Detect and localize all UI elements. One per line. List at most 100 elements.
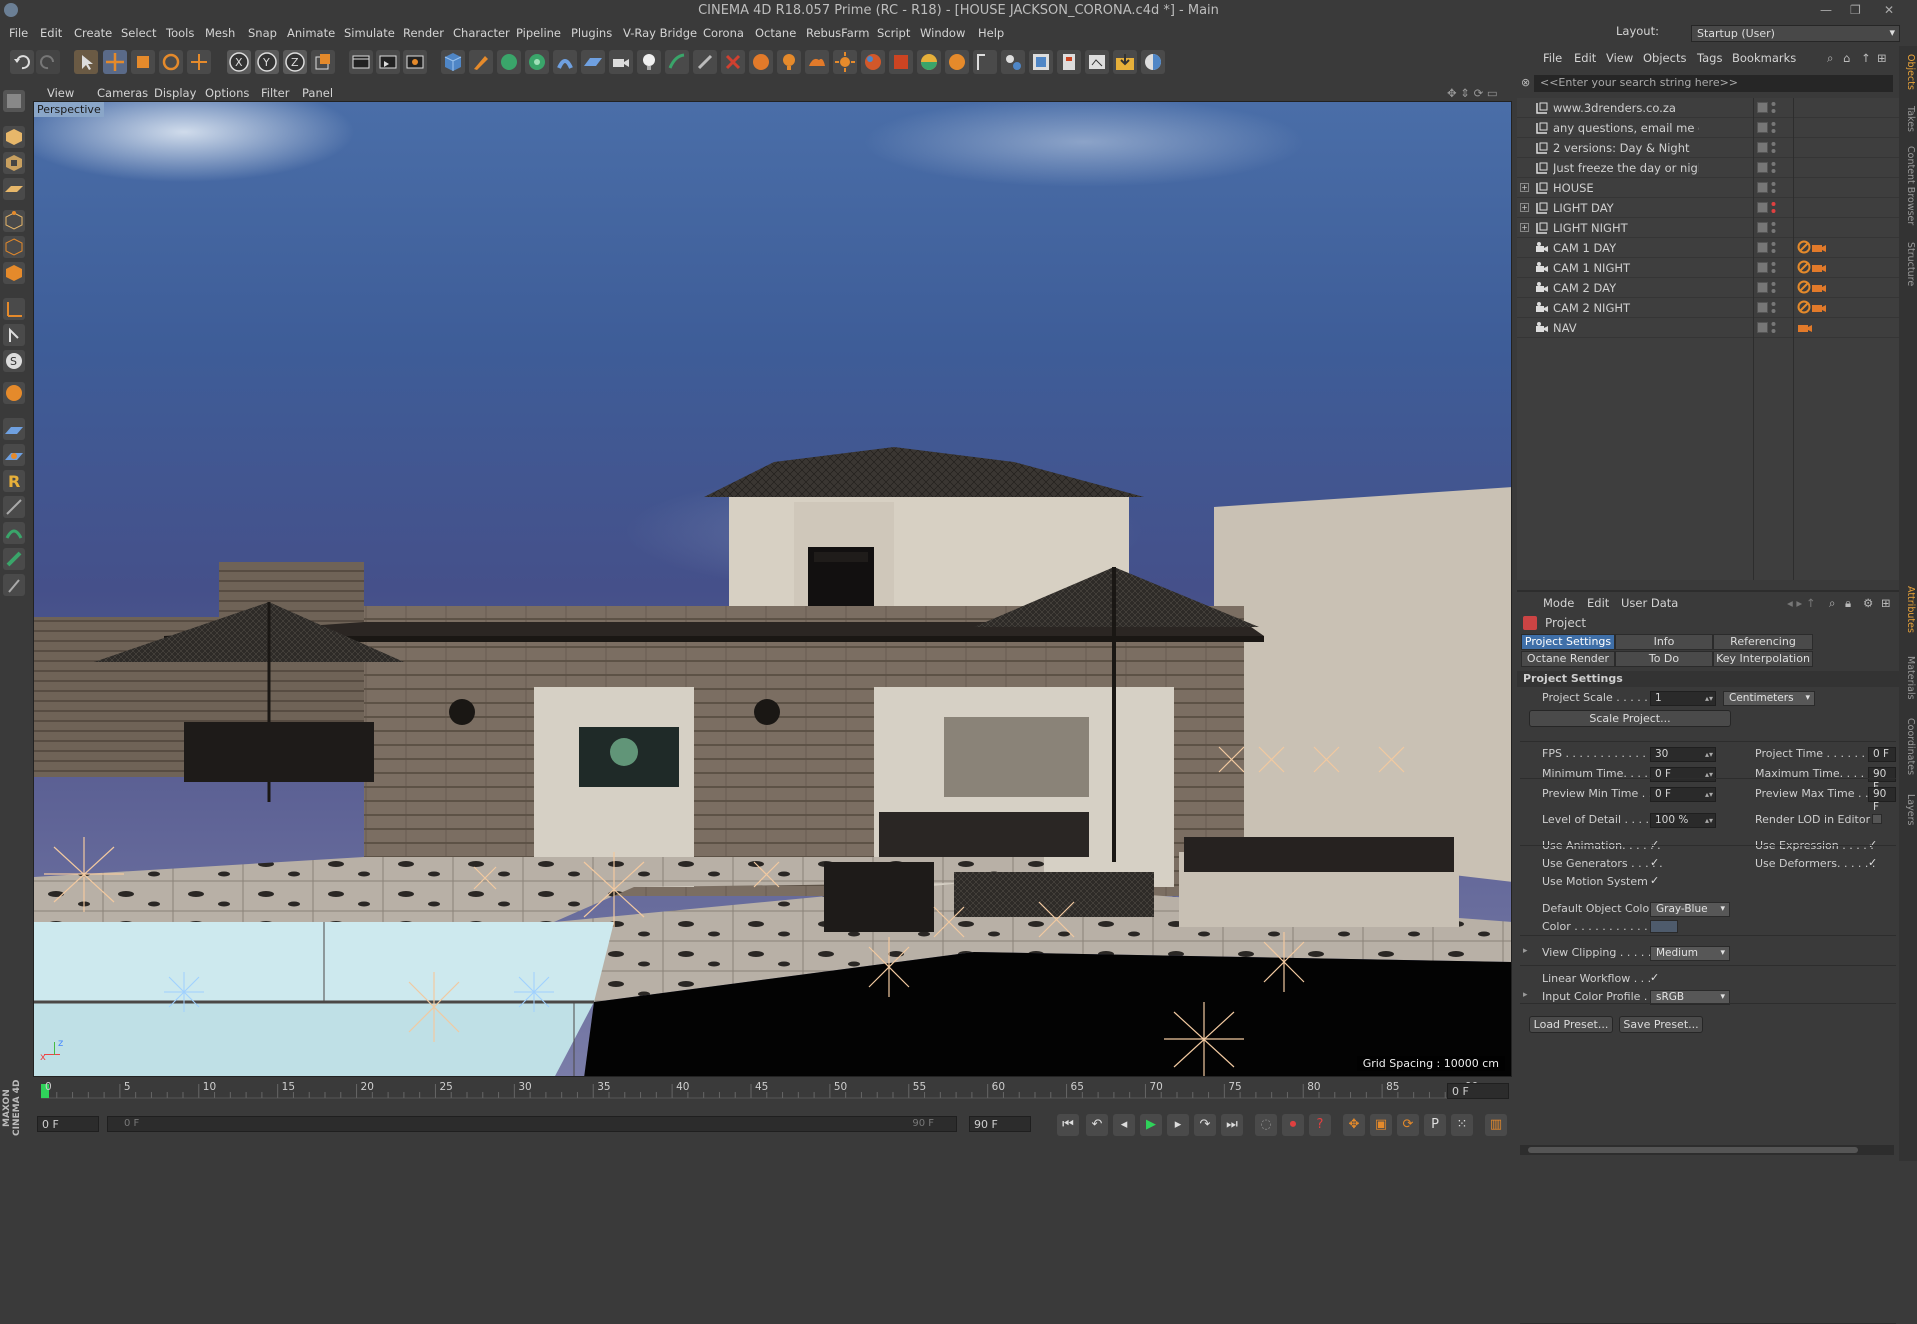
expand-arrow-icon[interactable]: ▸	[1523, 946, 1528, 956]
corona-proxy-icon[interactable]	[889, 50, 913, 74]
object-row[interactable]: CAM 1 NIGHT	[1517, 258, 1899, 278]
menu-rebusfarm[interactable]: RebusFarm	[806, 26, 869, 40]
viewport-menu-cameras[interactable]: Cameras	[97, 86, 148, 100]
key-position-icon[interactable]: ✥	[1343, 1114, 1365, 1136]
objects-menu-bookmarks[interactable]: Bookmarks	[1732, 51, 1796, 65]
object-tags[interactable]	[1797, 320, 1813, 337]
edges-mode-icon[interactable]	[3, 236, 25, 258]
objects-menu-view[interactable]: View	[1606, 51, 1633, 65]
object-tags[interactable]	[1797, 240, 1827, 257]
menu-help[interactable]: Help	[978, 26, 1004, 40]
record-disabled-icon[interactable]: ◌	[1255, 1114, 1277, 1136]
tab-to-do[interactable]: To Do	[1615, 651, 1713, 667]
object-name[interactable]: CAM 1 DAY	[1553, 241, 1699, 255]
brush-tool-icon[interactable]	[3, 574, 25, 596]
camera-icon[interactable]	[609, 50, 633, 74]
enable-checkbox[interactable]	[1757, 302, 1768, 313]
objects-menu-file[interactable]: File	[1543, 51, 1562, 65]
viewport-menu-options[interactable]: Options	[205, 86, 249, 100]
view-clipping-select[interactable]: Medium ▾	[1650, 946, 1730, 961]
record-active-icon[interactable]: ⏺	[1282, 1114, 1304, 1136]
attributes-scrollbar[interactable]	[1520, 1145, 1894, 1155]
object-row[interactable]: CAM 1 DAY	[1517, 238, 1899, 258]
model-mode-icon[interactable]	[3, 126, 25, 148]
menu-pipeline[interactable]: Pipeline	[516, 26, 561, 40]
key-scale-icon[interactable]: ▣	[1370, 1114, 1392, 1136]
end-frame-field[interactable]: 90 F	[969, 1116, 1031, 1132]
previous-key-icon[interactable]: ↶	[1086, 1114, 1108, 1136]
rebusfarm-download-icon[interactable]	[1113, 50, 1137, 74]
autokey-icon[interactable]: ?	[1309, 1114, 1331, 1136]
enable-checkbox[interactable]	[1757, 162, 1768, 173]
paint-icon[interactable]	[3, 382, 25, 404]
visibility-dots[interactable]	[1771, 201, 1776, 215]
visibility-dots[interactable]	[1771, 301, 1776, 315]
viewport-menu-display[interactable]: Display	[154, 86, 196, 100]
enable-checkbox[interactable]	[1757, 242, 1768, 253]
object-name[interactable]: 2 versions: Day & Night	[1553, 141, 1699, 155]
side-tab-materials[interactable]: Materials	[1900, 656, 1916, 700]
menu-corona[interactable]: Corona	[703, 26, 744, 40]
scale-tool-icon[interactable]	[131, 50, 155, 74]
menu-create[interactable]: Create	[74, 26, 112, 40]
y-axis-icon[interactable]: Y	[255, 50, 279, 74]
snap-icon[interactable]: S	[3, 350, 25, 372]
object-tags[interactable]	[1797, 260, 1827, 277]
coordinate-system-icon[interactable]	[311, 50, 335, 74]
use-motion-checkbox[interactable]: ✓	[1650, 875, 1661, 886]
octane-material-icon[interactable]	[917, 50, 941, 74]
attributes-menu-mode[interactable]: Mode	[1543, 596, 1574, 610]
tab-referencing[interactable]: Referencing	[1713, 634, 1813, 650]
side-tab-takes[interactable]: Takes	[1900, 106, 1916, 132]
object-row[interactable]: any questions, email me on info@jireh	[1517, 118, 1899, 138]
lock-workplane-icon[interactable]	[3, 418, 25, 440]
menu-animate[interactable]: Animate	[287, 26, 335, 40]
workplane-mode-icon[interactable]	[3, 178, 25, 200]
move-tool-icon[interactable]	[103, 50, 127, 74]
scale-project-button[interactable]: Scale Project...	[1529, 710, 1731, 727]
close-button[interactable]: ✕	[1884, 3, 1894, 17]
grid-tool-icon[interactable]	[3, 496, 25, 518]
go-to-start-icon[interactable]: ⏮	[1057, 1114, 1079, 1136]
enable-checkbox[interactable]	[1757, 202, 1768, 213]
menu-window[interactable]: Window	[920, 26, 965, 40]
visibility-dots[interactable]	[1771, 141, 1776, 155]
object-name[interactable]: NAV	[1553, 321, 1699, 335]
object-name[interactable]: CAM 2 DAY	[1553, 281, 1699, 295]
enable-checkbox[interactable]	[1757, 182, 1768, 193]
scrollbar-thumb[interactable]	[1528, 1147, 1858, 1153]
object-name[interactable]: www.3drenders.co.za	[1553, 101, 1699, 115]
pen-spline-icon[interactable]	[469, 50, 493, 74]
side-tab-attributes[interactable]: Attributes	[1900, 586, 1916, 633]
preview-range-slider[interactable]: 0 F 90 F	[107, 1116, 957, 1132]
search-icon[interactable]: ⌕	[1827, 51, 1833, 66]
menu-vray-bridge[interactable]: V-Ray Bridge	[623, 26, 697, 40]
attributes-menu-user-data[interactable]: User Data	[1621, 596, 1678, 610]
object-name[interactable]: CAM 1 NIGHT	[1553, 261, 1699, 275]
redo-icon[interactable]	[36, 50, 60, 74]
side-tab-structure[interactable]: Structure	[1900, 242, 1916, 286]
color-swatch[interactable]	[1650, 920, 1678, 933]
use-generators-checkbox[interactable]: ✓	[1650, 857, 1661, 868]
enable-checkbox[interactable]	[1757, 262, 1768, 273]
load-preset-button[interactable]: Load Preset...	[1529, 1016, 1613, 1033]
live-selection-icon[interactable]	[187, 50, 211, 74]
object-row[interactable]: + LIGHT DAY	[1517, 198, 1899, 218]
key-rotation-icon[interactable]: ⟳	[1397, 1114, 1419, 1136]
object-name[interactable]: Just freeze the day or night you dont n	[1553, 161, 1699, 175]
max-time-field[interactable]: 90 F	[1868, 767, 1896, 793]
visibility-dots[interactable]	[1771, 241, 1776, 255]
hair-icon[interactable]	[665, 50, 689, 74]
render-settings-icon[interactable]	[403, 50, 427, 74]
scheme-icon[interactable]: ▥	[1485, 1114, 1507, 1136]
menu-tools[interactable]: Tools	[166, 26, 194, 40]
visibility-dots[interactable]	[1771, 221, 1776, 235]
project-scale-field[interactable]: 1 ▴▾	[1650, 691, 1716, 706]
object-row[interactable]: 2 versions: Day & Night	[1517, 138, 1899, 158]
previous-frame-icon[interactable]: ◂	[1113, 1114, 1135, 1136]
visibility-dots[interactable]	[1771, 281, 1776, 295]
side-tab-coordinates[interactable]: Coordinates	[1900, 718, 1916, 775]
object-row[interactable]: CAM 2 NIGHT	[1517, 298, 1899, 318]
visibility-dots[interactable]	[1771, 261, 1776, 275]
select-arrow-icon[interactable]	[74, 50, 98, 74]
